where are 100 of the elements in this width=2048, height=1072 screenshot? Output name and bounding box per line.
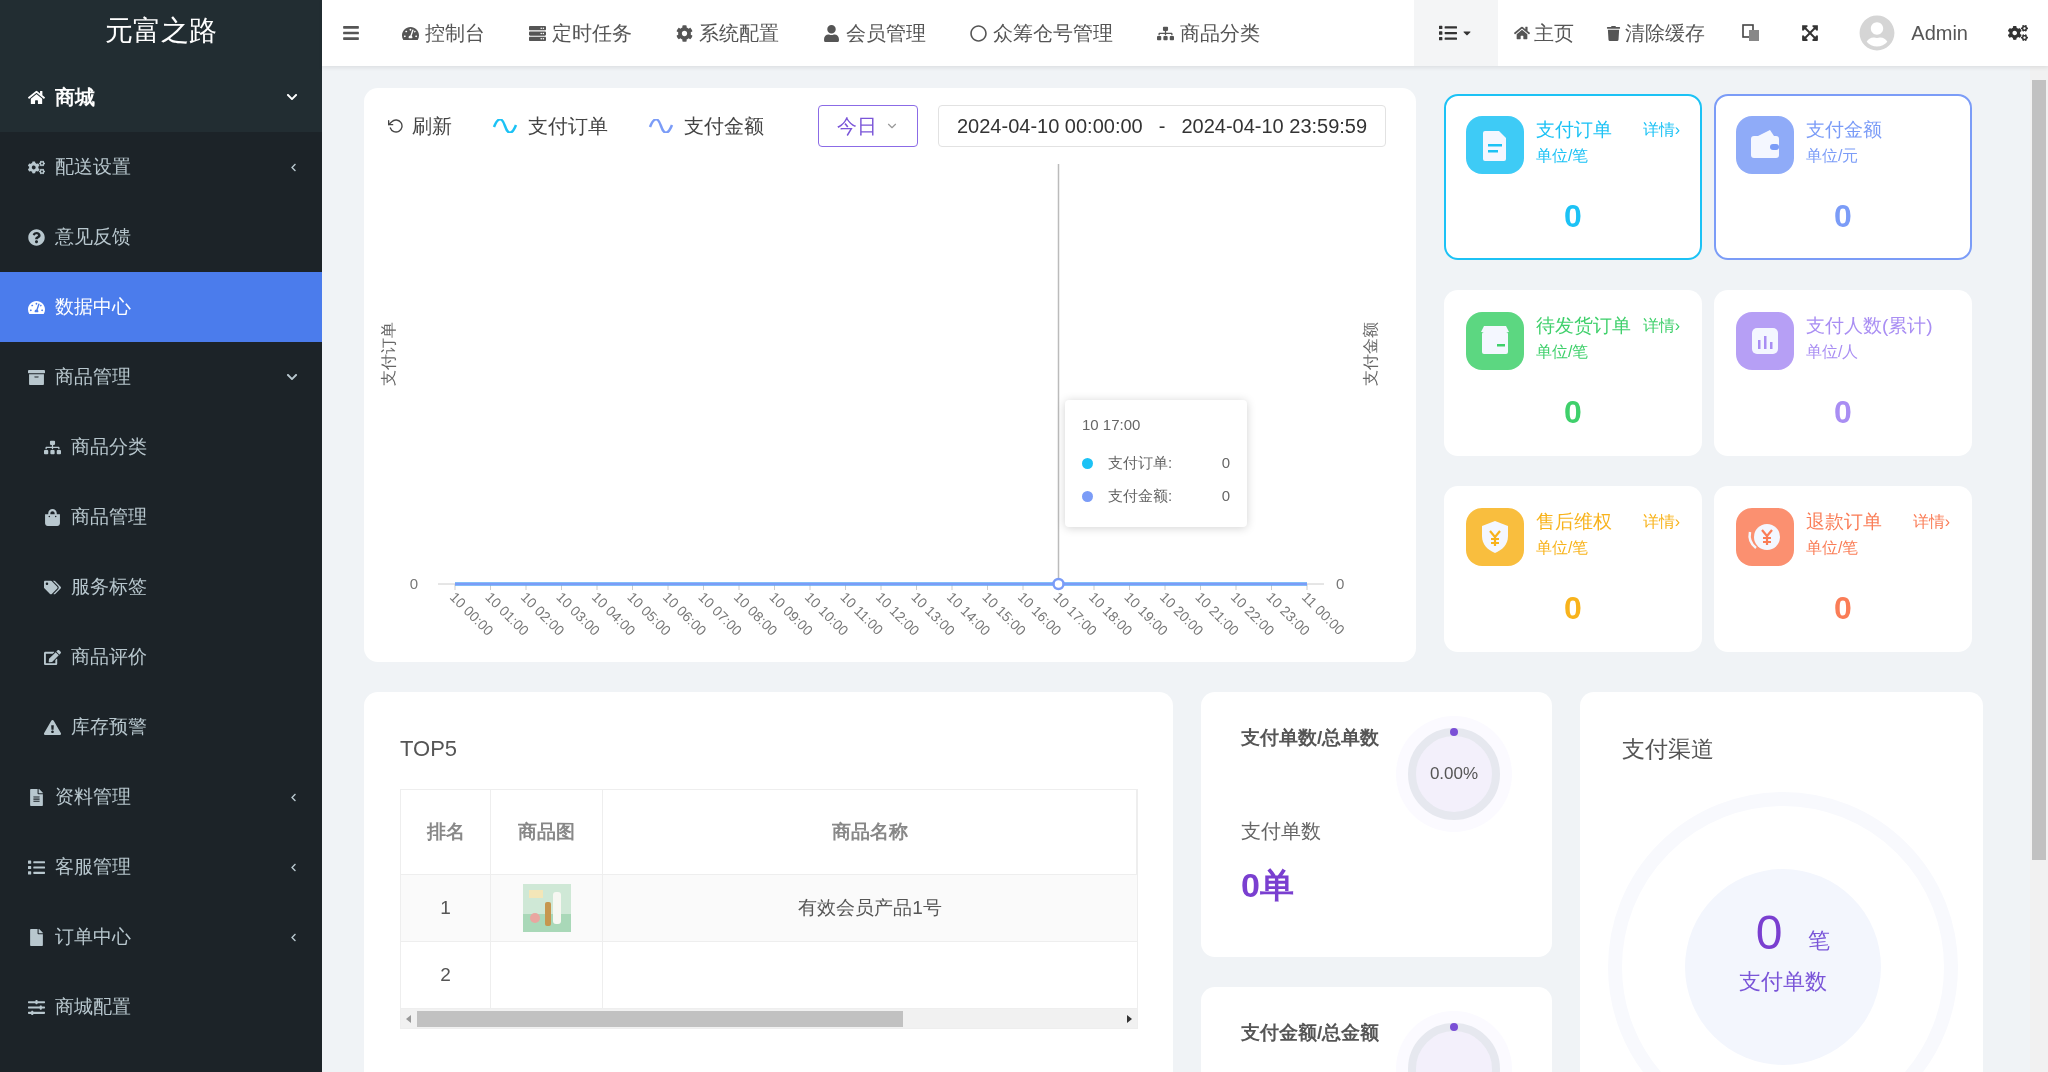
- channel-unit: 笔: [1808, 927, 1831, 955]
- nav-link[interactable]: 控制台: [380, 0, 507, 66]
- chevron-left-icon: [289, 862, 298, 872]
- tooltip-value: 0: [1221, 485, 1230, 506]
- stat-unit: 单位/笔: [1536, 146, 1590, 166]
- ratio-title: 支付金额/总金额: [1241, 1021, 1380, 1045]
- sidebar-label: 资料管理: [55, 784, 132, 809]
- stat-value: 0: [1834, 589, 1852, 628]
- hierarchy-icon: [1157, 24, 1174, 42]
- chevron-left-icon: [289, 792, 298, 802]
- sidebar-label: 配送设置: [55, 154, 132, 179]
- period-dropdown[interactable]: 今日: [818, 105, 918, 147]
- stat-value: 0: [1564, 393, 1582, 432]
- stat-value: 0: [1834, 393, 1852, 432]
- coin-yen-icon: [1736, 508, 1794, 566]
- chevron-down-icon: [286, 371, 298, 383]
- user-icon: [823, 24, 840, 42]
- sliders-icon: [28, 998, 45, 1016]
- shield-yen-icon: [1466, 508, 1524, 566]
- edit-icon: [44, 648, 61, 666]
- stat-title: 待发货订单: [1536, 314, 1632, 338]
- sidebar-item[interactable]: 商城: [0, 62, 322, 132]
- nav-link[interactable]: 会员管理: [801, 0, 948, 66]
- user-menu[interactable]: Admin: [1839, 0, 1988, 66]
- sidebar-label: 商品分类: [71, 434, 148, 459]
- avatar-icon: [1859, 15, 1896, 51]
- settings-icon: [2008, 23, 2028, 43]
- server-icon: [529, 24, 546, 42]
- end-date: 2024-04-10 23:59:59: [1181, 114, 1368, 139]
- y-tick-label: 0: [1336, 575, 1345, 592]
- translate-icon: [1741, 23, 1762, 43]
- table-cell-text: 有效会员产品1号: [798, 895, 942, 920]
- range-separator: -: [1158, 114, 1166, 139]
- trash-icon: [1606, 25, 1622, 41]
- gear-icon: [676, 24, 693, 42]
- stat-value: 0: [1564, 589, 1582, 628]
- stat-unit: 单位/元: [1806, 146, 1860, 166]
- sidebar-item[interactable]: 数据中心: [0, 272, 322, 342]
- bag-icon: [44, 508, 61, 526]
- wallet-icon: [1736, 116, 1794, 174]
- tags-icon: [44, 578, 61, 596]
- refresh-icon: [388, 118, 404, 134]
- nav-link[interactable]: 定时任务: [507, 0, 654, 66]
- sidebar-label: 服务标签: [71, 574, 148, 599]
- sidebar-label: 客服管理: [55, 854, 132, 879]
- chevron-left-icon: [289, 932, 298, 942]
- hierarchy-icon: [44, 438, 61, 456]
- y-axis-title: 支付订单: [380, 322, 397, 386]
- warning-icon: [44, 718, 61, 736]
- tooltip-label: 支付订单:: [1108, 452, 1174, 473]
- horizontal-scrollbar[interactable]: [401, 1008, 1137, 1028]
- stat-unit: 单位/笔: [1536, 538, 1590, 558]
- stat-title: 支付订单: [1536, 118, 1613, 142]
- date-range-field[interactable]: 2024-04-10 00:00:00 - 2024-04-10 23:59:59: [938, 105, 1387, 147]
- fullscreen-icon: [1801, 24, 1820, 42]
- sidebar-label: 商品管理: [71, 504, 148, 529]
- card-title: 支付渠道: [1621, 735, 1715, 764]
- list-dropdown-button[interactable]: [1414, 0, 1499, 66]
- stat-unit: 单位/人: [1806, 342, 1860, 362]
- y-tick-label: 0: [409, 575, 418, 592]
- sidebar-label: 商品管理: [55, 364, 132, 389]
- sidebar-label: 商城: [55, 85, 96, 110]
- channel-value: 0: [1755, 909, 1783, 957]
- tooltip-value: 0: [1221, 452, 1230, 473]
- document-icon: [28, 788, 45, 806]
- home-icon: [28, 88, 45, 106]
- refresh-button[interactable]: 刷新: [388, 111, 452, 141]
- stat-title: 售后维权: [1536, 510, 1613, 534]
- stat-unit: 单位/笔: [1536, 342, 1590, 362]
- ratio-label: 支付单数: [1241, 819, 1322, 844]
- channel-label: 支付单数: [1739, 968, 1827, 996]
- stat-value: 0: [1834, 197, 1852, 236]
- ratio-value: 0单: [1241, 865, 1295, 906]
- bar-chart-icon: [1736, 312, 1794, 370]
- archive-icon: [28, 368, 45, 386]
- stat-title: 支付金额: [1806, 118, 1883, 142]
- sidebar-label: 商城配置: [55, 994, 132, 1019]
- nav-link[interactable]: 系统配置: [654, 0, 801, 66]
- clear-cache-button[interactable]: 清除缓存: [1590, 0, 1722, 66]
- legend-item[interactable]: 支付金额: [648, 111, 764, 141]
- sidebar-label: 订单中心: [55, 924, 132, 949]
- file-icon: [28, 928, 45, 946]
- legend-item[interactable]: 支付订单: [492, 111, 608, 141]
- gears-icon: [28, 158, 45, 176]
- ratio-percent: 0.00%: [1429, 763, 1479, 786]
- gauge-icon: [28, 298, 45, 316]
- stat-value: 0: [1564, 197, 1582, 236]
- start-date: 2024-04-10 00:00:00: [957, 114, 1143, 139]
- stat-title: 支付人数(累计): [1806, 314, 1934, 338]
- document-icon: [1466, 116, 1524, 174]
- home-icon: [1514, 25, 1531, 41]
- vertical-scrollbar[interactable]: [2030, 66, 2048, 1072]
- nav-link[interactable]: 商品分类: [1135, 0, 1282, 66]
- nav-link[interactable]: 众筹仓号管理: [948, 0, 1135, 66]
- home-link[interactable]: 主页: [1498, 0, 1591, 66]
- box-icon: [1466, 312, 1524, 370]
- gauge-icon: [402, 24, 419, 42]
- ratio-title: 支付单数/总单数: [1241, 726, 1380, 750]
- tooltip-label: 支付金额:: [1108, 485, 1174, 506]
- chevron-left-icon: [289, 162, 298, 172]
